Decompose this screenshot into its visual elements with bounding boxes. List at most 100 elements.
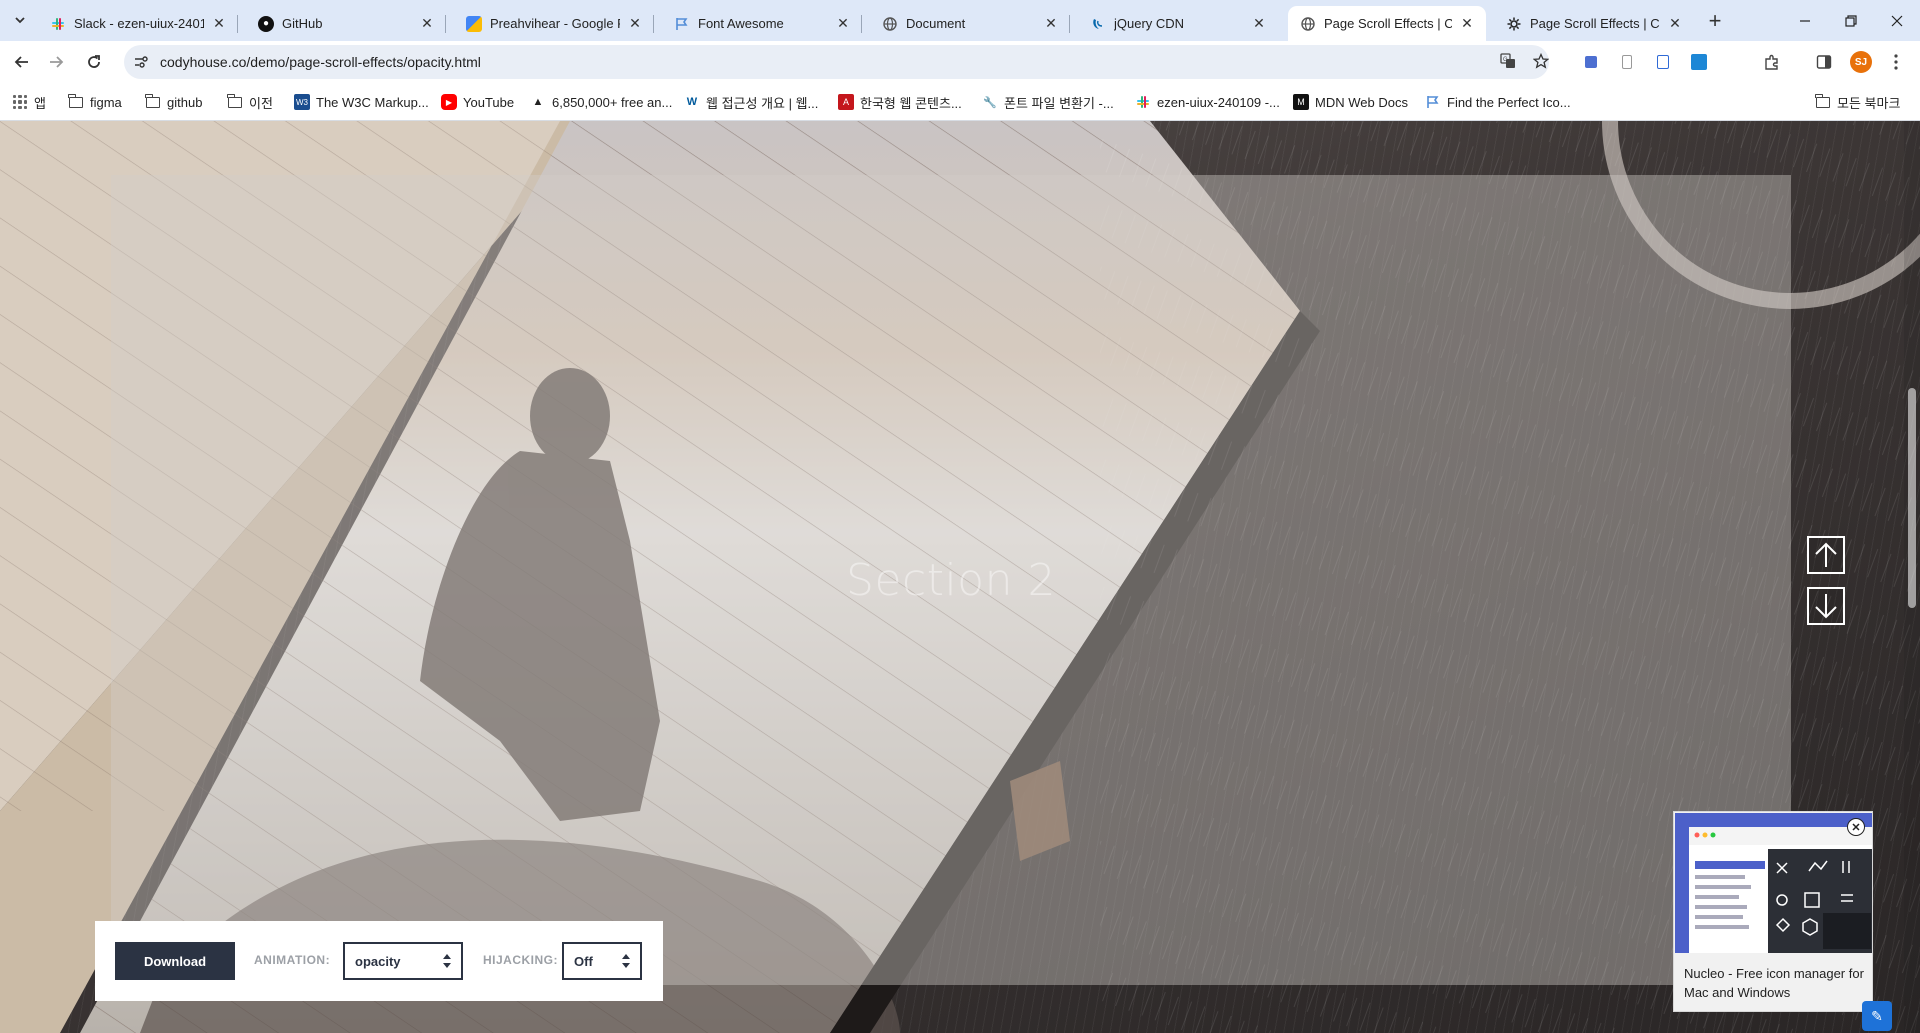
bookmark-label: 6,850,000+ free an... xyxy=(552,94,673,110)
bookmark-apps[interactable]: 앱 xyxy=(12,91,46,113)
bookmark-label: github xyxy=(167,94,203,110)
extension-3-icon[interactable] xyxy=(1653,52,1673,72)
ad-text: Nucleo - Free icon manager for Mac and W… xyxy=(1684,966,1864,1000)
download-button[interactable]: Download xyxy=(115,942,235,980)
page-scrollbar[interactable] xyxy=(1904,121,1920,1033)
gear-icon xyxy=(1506,16,1522,32)
animation-select[interactable]: opacity xyxy=(343,942,463,980)
close-window-button[interactable] xyxy=(1874,0,1920,41)
close-tab-icon[interactable]: ✕ xyxy=(626,15,644,33)
folder-icon xyxy=(1815,93,1831,110)
close-tab-icon[interactable]: ✕ xyxy=(1666,15,1684,33)
hijacking-select[interactable]: Off xyxy=(562,942,642,980)
bookmark-flaticon[interactable]: ▲ 6,850,000+ free an... xyxy=(530,91,673,113)
bookmark-folder-github[interactable]: github xyxy=(145,91,202,113)
profile-avatar[interactable]: SJ xyxy=(1850,51,1872,73)
site-info-icon[interactable] xyxy=(130,51,152,73)
bookmark-kwcag[interactable]: A 한국형 웹 콘텐츠... xyxy=(838,91,962,113)
tab-title: Preahvihear - Google Fo xyxy=(490,16,620,31)
tab-title: Font Awesome xyxy=(698,16,784,31)
tab-search-button[interactable] xyxy=(8,8,32,32)
bookmark-label: 앱 xyxy=(34,95,46,111)
tab-separator xyxy=(1069,15,1070,33)
scroll-prev-button[interactable] xyxy=(1807,536,1845,574)
bookmark-label: 폰트 파일 변환기 -... xyxy=(1004,95,1114,111)
tab-title: Page Scroll Effects | Cod xyxy=(1530,16,1660,31)
extension-1-icon[interactable] xyxy=(1581,52,1601,72)
bookmark-label: 한국형 웹 콘텐츠... xyxy=(860,95,962,111)
edit-pen-button[interactable]: ✎ xyxy=(1862,1001,1892,1031)
tab-separator xyxy=(653,15,654,33)
bookmark-wai[interactable]: W 웹 접근성 개요 | 웹... xyxy=(684,91,819,113)
extensions-puzzle-icon[interactable] xyxy=(1762,52,1782,72)
bookmark-slack[interactable]: ezen-uiux-240109 -... xyxy=(1135,91,1280,113)
browser-tab-4[interactable]: Font Awesome ✕ xyxy=(662,6,862,41)
google-fonts-icon xyxy=(466,15,482,32)
bookmark-w3c[interactable]: W3 The W3C Markup... xyxy=(294,91,429,113)
close-tab-icon[interactable]: ✕ xyxy=(1458,15,1476,33)
scroll-next-button[interactable] xyxy=(1807,587,1845,625)
minimize-icon xyxy=(1800,19,1810,22)
browser-tab-1[interactable]: Slack - ezen-uiux-240109 ✕ xyxy=(38,6,238,41)
close-tab-icon[interactable]: ✕ xyxy=(210,15,228,33)
bookmark-label: ezen-uiux-240109 -... xyxy=(1157,94,1280,110)
browser-menu-icon[interactable] xyxy=(1886,52,1906,72)
browser-tab-5[interactable]: Document ✕ xyxy=(870,6,1070,41)
hijacking-label: HIJACKING: xyxy=(483,953,559,967)
bookmark-star-icon[interactable] xyxy=(1530,50,1552,72)
bookmark-label: MDN Web Docs xyxy=(1315,94,1408,110)
bookmark-youtube[interactable]: ▶ YouTube xyxy=(441,91,514,113)
browser-tab-2[interactable]: ● GitHub ✕ xyxy=(246,6,446,41)
restore-button[interactable] xyxy=(1828,0,1874,41)
bookmark-folder-figma[interactable]: figma xyxy=(68,91,122,113)
scrollbar-thumb[interactable] xyxy=(1908,388,1916,608)
tab-title: Page Scroll Effects | Cod xyxy=(1324,16,1452,31)
bookmark-font-converter[interactable]: 🔧 폰트 파일 변환기 -... xyxy=(982,91,1114,113)
new-tab-button[interactable]: + xyxy=(1702,8,1728,34)
close-tab-icon[interactable]: ✕ xyxy=(1042,15,1060,33)
svg-text:G: G xyxy=(1503,57,1508,63)
animation-label: ANIMATION: xyxy=(254,953,331,967)
minimize-button[interactable] xyxy=(1782,0,1828,41)
wrench-icon: 🔧 xyxy=(983,96,997,109)
bookmark-font-awesome[interactable]: Find the Perfect Ico... xyxy=(1425,91,1571,113)
tab-title: jQuery CDN xyxy=(1114,16,1185,31)
close-icon xyxy=(1891,15,1903,26)
bookmark-label: 이전 xyxy=(249,95,273,111)
reload-icon xyxy=(88,55,100,68)
close-tab-icon[interactable]: ✕ xyxy=(834,15,852,33)
reload-button[interactable] xyxy=(80,48,108,76)
close-tab-icon[interactable]: ✕ xyxy=(418,15,436,33)
tab-separator xyxy=(237,15,238,33)
extension-2-icon[interactable] xyxy=(1617,52,1637,72)
pdf-icon: A xyxy=(838,94,854,110)
ad-widget[interactable]: Nucleo - Free icon manager for Mac and W… xyxy=(1673,811,1873,1012)
profile-initials: SJ xyxy=(1854,56,1868,68)
back-button[interactable] xyxy=(8,48,36,76)
forward-button[interactable] xyxy=(42,48,70,76)
bookmark-folder-previous[interactable]: 이전 xyxy=(227,91,273,113)
tab-title: GitHub xyxy=(282,16,323,31)
address-bar[interactable]: codyhouse.co/demo/page-scroll-effects/op… xyxy=(124,45,1549,79)
extension-4-icon[interactable] xyxy=(1689,52,1709,72)
slack-icon xyxy=(1135,94,1151,110)
apps-grid-icon xyxy=(12,94,28,110)
tab-strip: Slack - ezen-uiux-240109 ✕ ● GitHub ✕ Pr… xyxy=(0,0,1920,41)
browser-tab-6[interactable]: jQuery CDN ✕ xyxy=(1078,6,1278,41)
browser-tab-3[interactable]: Preahvihear - Google Fo ✕ xyxy=(454,6,654,41)
bookmark-all-bookmarks[interactable]: 모든 북마크 xyxy=(1815,91,1900,113)
browser-tab-7-active[interactable]: Page Scroll Effects | Cod ✕ xyxy=(1288,6,1486,41)
translate-icon[interactable]: G xyxy=(1497,50,1519,72)
browser-tab-8[interactable]: Page Scroll Effects | Cod ✕ xyxy=(1494,6,1694,41)
globe-icon xyxy=(1300,16,1316,32)
tab-separator xyxy=(861,15,862,33)
animation-select-value: opacity xyxy=(355,953,401,969)
bookmark-mdn[interactable]: M MDN Web Docs xyxy=(1293,91,1408,113)
ad-image xyxy=(1675,813,1872,953)
url-text: codyhouse.co/demo/page-scroll-effects/op… xyxy=(160,54,481,70)
font-awesome-flag-icon xyxy=(1425,94,1441,110)
w3c-wai-icon: W xyxy=(686,96,698,108)
ad-close-button[interactable]: ✕ xyxy=(1847,818,1865,836)
close-tab-icon[interactable]: ✕ xyxy=(1250,15,1268,33)
side-panel-icon[interactable] xyxy=(1814,52,1834,72)
